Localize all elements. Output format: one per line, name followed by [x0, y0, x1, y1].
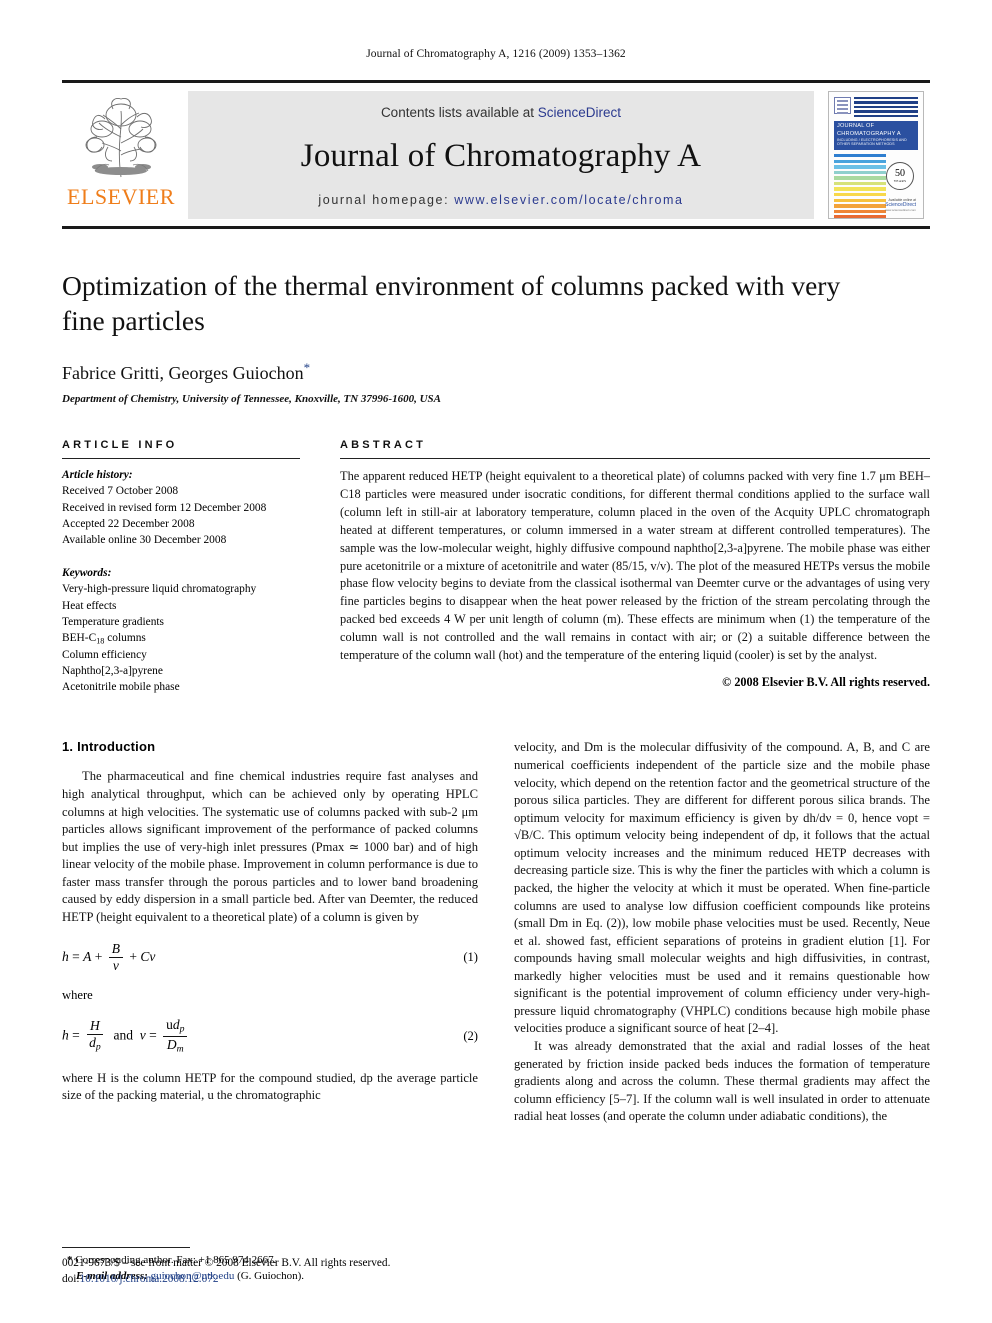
section-title: Introduction — [77, 739, 156, 755]
history-item: Received 7 October 2008 — [62, 485, 179, 498]
where-label: where — [62, 987, 93, 1002]
equation-1: h = A + Bν + Cν (1) — [62, 940, 478, 973]
journal-cover-block: JOURNAL OF CHROMATOGRAPHY A INCLUDING / … — [822, 91, 930, 219]
anniversary-seal: 50 YEARS — [886, 162, 914, 190]
keyword-item: Naphtho[2,3-a]pyrene — [62, 665, 163, 678]
body-columns: 1. Introduction The pharmaceutical and f… — [62, 739, 930, 1284]
author-names: Fabrice Gritti, Georges Guiochon — [62, 363, 304, 384]
article-history-block: Article history: Received 7 October 2008… — [62, 467, 300, 548]
cover-title-band: JOURNAL OF CHROMATOGRAPHY A INCLUDING / … — [834, 120, 918, 150]
article-info-rule — [62, 458, 300, 460]
doi-line: doi:10.1016/j.chroma.2008.12.072 — [62, 1271, 390, 1287]
elsevier-logo: ELSEVIER — [62, 91, 180, 219]
keyword-item-beh: BEH-C18 columns — [62, 631, 146, 646]
page-title: Optimization of the thermal environment … — [62, 270, 841, 336]
doi-label: doi: — [62, 1272, 80, 1285]
keyword-item: Very-high-pressure liquid chromatography — [62, 583, 257, 596]
equation-2-number: (2) — [463, 1028, 478, 1043]
abstract-copyright: © 2008 Elsevier B.V. All rights reserved… — [722, 674, 930, 689]
history-item: Available online 30 December 2008 — [62, 534, 227, 547]
sciencedirect-link[interactable]: ScienceDirect — [538, 105, 621, 120]
footnote-rule — [62, 1246, 190, 1248]
elsevier-wordmark: ELSEVIER — [67, 184, 175, 209]
keyword-item: Acetonitrile mobile phase — [62, 681, 180, 694]
cover-subtitle: INCLUDING / ELECTROPHORESIS AND OTHER SE… — [837, 137, 907, 147]
affiliation: Department of Chemistry, University of T… — [62, 393, 441, 406]
title-block: Optimization of the thermal environment … — [62, 269, 930, 405]
history-item: Received in revised form 12 December 200… — [62, 501, 267, 514]
homepage-prefix: journal homepage: — [318, 192, 455, 207]
right-body-column: velocity, and Dm is the molecular diffus… — [514, 739, 930, 1284]
journal-cover-thumbnail: JOURNAL OF CHROMATOGRAPHY A INCLUDING / … — [828, 91, 924, 219]
journal-center-panel: Contents lists available at ScienceDirec… — [188, 91, 814, 219]
paragraph: where H is the column HETP for the compo… — [62, 1070, 478, 1103]
equation-1-number: (1) — [463, 949, 478, 964]
keyword-item: Heat effects — [62, 599, 117, 612]
cover-blue-bars — [854, 97, 918, 117]
cover-publisher-icon — [834, 97, 851, 114]
history-item: Accepted 22 December 2008 — [62, 517, 195, 530]
contents-available-line: Contents lists available at ScienceDirec… — [381, 105, 621, 120]
equation-2: h = Hdp and ν = udp Dm (2) — [62, 1017, 478, 1055]
elsevier-tree-icon — [85, 98, 157, 178]
article-page: Journal of Chromatography A, 1216 (2009)… — [0, 0, 992, 1323]
seal-number: 50 — [895, 168, 905, 179]
author-list: Fabrice Gritti, Georges Guiochon* — [62, 360, 930, 384]
equation-1-body: h = A + Bν + Cν — [62, 940, 156, 973]
info-abstract-region: ARTICLE INFO Article history: Received 7… — [62, 439, 930, 695]
article-history-label: Article history: — [62, 469, 133, 482]
running-head: Journal of Chromatography A, 1216 (2009)… — [366, 48, 626, 60]
abstract-rule — [340, 458, 930, 460]
seal-label: YEARS — [893, 179, 907, 183]
abstract-column: ABSTRACT The apparent reduced HETP (heig… — [340, 439, 930, 695]
paragraph: The pharmaceutical and fine chemical ind… — [62, 769, 478, 924]
corresponding-author-marker: * — [303, 360, 311, 376]
cover-title: JOURNAL OF CHROMATOGRAPHY A — [837, 123, 901, 137]
left-body-column: 1. Introduction The pharmaceutical and f… — [62, 739, 478, 1284]
keywords-block: Keywords: Very-high-pressure liquid chro… — [62, 565, 300, 695]
journal-homepage-line: journal homepage: www.elsevier.com/locat… — [318, 193, 683, 207]
section-heading-introduction: 1. Introduction — [62, 739, 478, 754]
imprint-block: 0021-9673/$ – see front matter © 2008 El… — [62, 1255, 390, 1287]
keyword-item: Column efficiency — [62, 648, 147, 661]
equation-2-body: h = Hdp and ν = udp Dm — [62, 1017, 190, 1055]
paragraph: It was already demonstrated that the axi… — [514, 1039, 930, 1124]
abstract-heading: ABSTRACT — [340, 439, 427, 452]
doi-link[interactable]: 10.1016/j.chroma.2008.12.072 — [80, 1273, 219, 1285]
cover-foot-line3: www.sciencedirect.com — [884, 208, 916, 212]
homepage-url-link[interactable]: www.elsevier.com/locate/chroma — [454, 193, 683, 207]
cover-top-bars — [834, 97, 918, 117]
journal-masthead: ELSEVIER Contents lists available at Sci… — [62, 80, 930, 229]
article-info-column: ARTICLE INFO Article history: Received 7… — [62, 439, 300, 695]
article-info-heading: ARTICLE INFO — [62, 439, 178, 452]
keyword-item: Temperature gradients — [62, 615, 164, 628]
abstract-text: The apparent reduced HETP (height equiva… — [340, 469, 930, 662]
journal-title: Journal of Chromatography A — [300, 138, 702, 175]
section-number: 1. — [62, 739, 74, 755]
issn-front-matter: 0021-9673/$ – see front matter © 2008 El… — [62, 1256, 391, 1269]
paragraph: velocity, and Dm is the molecular diffus… — [514, 740, 930, 1036]
contents-prefix: Contents lists available at — [380, 105, 538, 120]
cover-footer: Available online at ScienceDirect www.sc… — [885, 198, 916, 212]
keywords-label: Keywords: — [62, 567, 112, 580]
